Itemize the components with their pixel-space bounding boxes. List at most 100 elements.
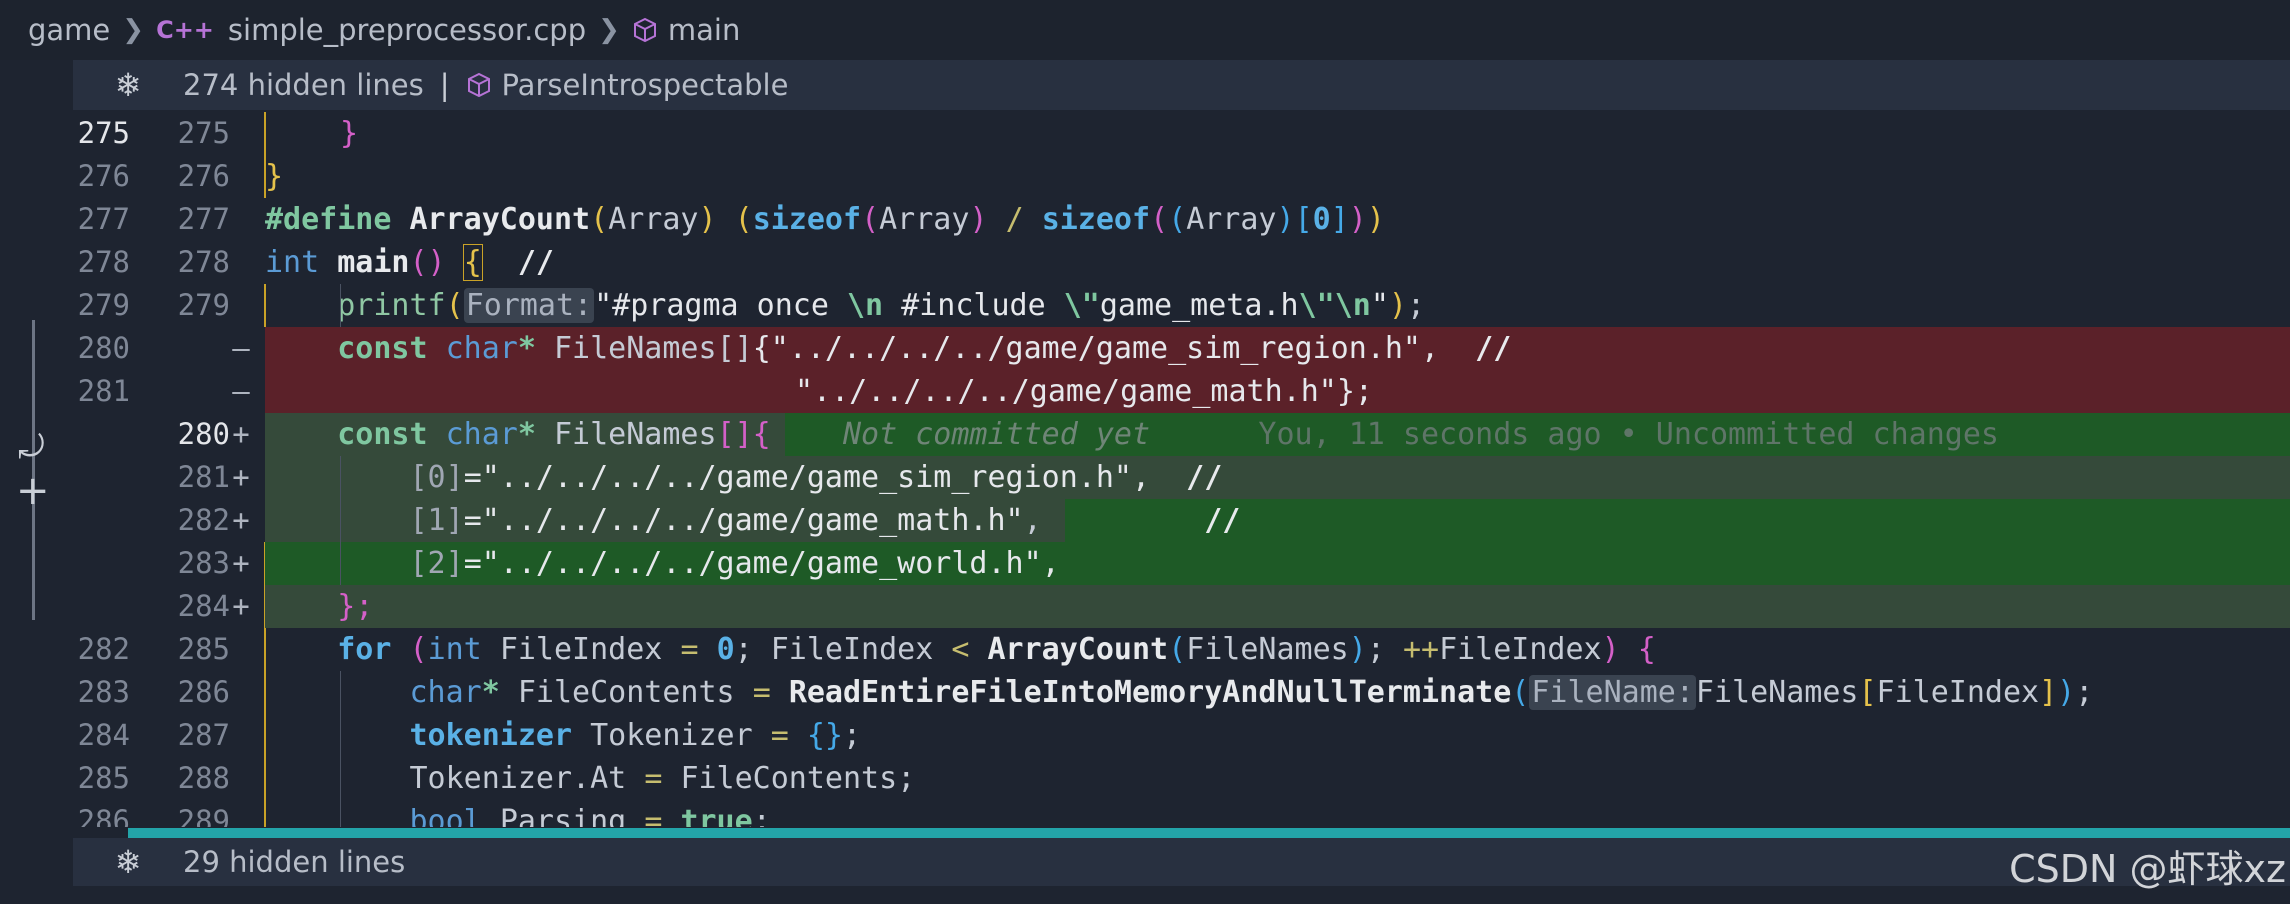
token: FileNames: [554, 331, 717, 366]
token: Array: [879, 202, 970, 237]
fold-hidden-lines-top[interactable]: ❄ 274 hidden lines | ParseIntrospectable: [73, 60, 2290, 110]
token: [0]: [409, 460, 464, 495]
added-marker: +: [232, 546, 250, 580]
code-line-added[interactable]: 284 + };: [0, 585, 2290, 628]
line-number-current: 282: [177, 503, 230, 537]
code-line[interactable]: 285 288 Tokenizer.At = FileContents;: [0, 757, 2290, 800]
token: FileNames: [1186, 632, 1349, 667]
breadcrumb-symbol[interactable]: main: [668, 13, 740, 47]
unfold-snowflake-icon[interactable]: ❄: [73, 66, 183, 104]
line-number-original: 275: [77, 116, 130, 150]
git-blame-annotation[interactable]: You, 11 seconds ago • Uncommitted change…: [1258, 417, 1999, 452]
code-text: }: [265, 155, 283, 198]
line-number-current: 287: [177, 718, 230, 752]
token: *: [481, 675, 500, 710]
token: [2]: [409, 546, 464, 581]
token: const: [337, 331, 428, 366]
token: Array: [1186, 202, 1277, 237]
line-number-original: 282: [77, 632, 130, 666]
token: ReadEntireFileIntoMemoryAndNullTerminate: [788, 675, 1512, 710]
token: <: [951, 632, 970, 667]
token: \n: [1334, 288, 1371, 323]
code-line[interactable]: 277 277 #define ArrayCount(Array) (sizeo…: [0, 198, 2290, 241]
token: printf: [337, 288, 446, 323]
token: FileContents: [680, 761, 898, 796]
token: "#pragma once: [594, 288, 847, 323]
line-number-current: 288: [177, 761, 230, 795]
indent-guide: [340, 284, 341, 327]
code-line[interactable]: 275 275 }: [0, 112, 2290, 155]
token: ++: [1402, 632, 1440, 667]
horizontal-scrollbar[interactable]: [128, 828, 2290, 838]
breadcrumb: game ❯ C++ simple_preprocessor.cpp ❯ mai…: [0, 0, 2290, 60]
code-text: printf(Format:"#pragma once \n #include …: [337, 288, 1425, 323]
code-line[interactable]: 279 279 printf(Format:"#pragma once \n #…: [0, 284, 2290, 327]
token: FileNames: [1695, 675, 1859, 710]
line-number-original: 283: [77, 675, 130, 709]
indent-guide: [340, 671, 341, 827]
line-number-current: 275: [177, 116, 230, 150]
code-line[interactable]: 282 285 for (int FileIndex = 0; FileInde…: [0, 628, 2290, 671]
fold-symbol[interactable]: ParseIntrospectable: [502, 68, 789, 102]
breadcrumb-file[interactable]: simple_preprocessor.cpp: [228, 13, 586, 47]
token: FileContents: [517, 675, 735, 710]
line-number-current: 280: [177, 417, 230, 451]
token: bool: [409, 804, 482, 827]
code-line-added[interactable]: 281 + [0]="../../../../game/game_sim_reg…: [0, 456, 2290, 499]
code-line[interactable]: 278 278 int main() { //: [0, 241, 2290, 284]
git-blame-inline: Not committed yet: [843, 417, 1151, 452]
deleted-marker: —: [232, 374, 250, 408]
line-number-original: 284: [77, 718, 130, 752]
added-marker: +: [232, 503, 250, 537]
cpp-file-icon: C++: [156, 16, 214, 44]
code-line[interactable]: 276 276 }: [0, 155, 2290, 198]
token: =: [752, 675, 771, 710]
token: \n: [847, 288, 884, 323]
line-number-current: 279: [177, 288, 230, 322]
token: *: [517, 331, 536, 366]
code-line-added[interactable]: 283 + [2]="../../../../game/game_world.h…: [0, 542, 2290, 585]
code-editor[interactable]: 275 275 } 276 276 } 277 277 #define Arra…: [0, 112, 2290, 827]
code-text: #define ArrayCount(Array) (sizeof(Array)…: [265, 202, 1385, 237]
token: tokenizer: [409, 718, 573, 753]
hidden-lines-label: 274 hidden lines: [183, 68, 424, 102]
code-line-added[interactable]: 280 + const char* FileNames[]{ Not commi…: [0, 413, 2290, 456]
code-line-deleted[interactable]: 280 — const char* FileNames[]{"../../../…: [0, 327, 2290, 370]
token: sizeof: [752, 202, 862, 237]
token: char: [445, 331, 518, 366]
line-number-current: 278: [177, 245, 230, 279]
token: FileIndex: [499, 632, 663, 667]
unfold-snowflake-icon[interactable]: ❄: [73, 843, 183, 881]
fold-separator: |: [439, 68, 450, 102]
method-cube-icon: [466, 72, 492, 98]
token: {}: [806, 718, 843, 753]
line-number-original: 278: [77, 245, 130, 279]
token: ="../../../../game/game_sim_region.h",: [463, 460, 1151, 495]
fold-hidden-lines-bottom[interactable]: ❄ 29 hidden lines: [73, 838, 2290, 886]
breadcrumb-root[interactable]: game: [28, 13, 110, 47]
code-text: [2]="../../../../game/game_world.h",: [265, 542, 1060, 585]
token: 0: [716, 632, 735, 667]
inlay-hint: FileName:: [1529, 675, 1696, 710]
code-text: [1]="../../../../game/game_math.h", //: [265, 499, 1241, 542]
token: 0: [1312, 202, 1331, 237]
token: /: [1005, 202, 1024, 237]
method-cube-icon: [632, 17, 658, 43]
token: #define: [265, 202, 392, 237]
code-line[interactable]: 283 286 char* FileContents = ReadEntireF…: [0, 671, 2290, 714]
code-line[interactable]: 286 289 bool Parsing = true;: [0, 800, 2290, 827]
token: main: [337, 245, 410, 280]
code-text: int main() { //: [265, 244, 554, 281]
token: Tokenizer: [590, 718, 753, 753]
token: //: [1475, 331, 1512, 366]
token: \": [1063, 288, 1100, 323]
line-number-original: 277: [77, 202, 130, 236]
token: Parsing: [499, 804, 627, 827]
deleted-marker: —: [232, 331, 250, 365]
token: //: [517, 245, 554, 280]
code-line-deleted[interactable]: 281 — "../../../../game/game_math.h"};: [0, 370, 2290, 413]
line-number-current: 277: [177, 202, 230, 236]
inlay-hint: Format:: [463, 288, 595, 323]
code-line[interactable]: 284 287 tokenizer Tokenizer = {};: [0, 714, 2290, 757]
code-line-added[interactable]: 282 + [1]="../../../../game/game_math.h"…: [0, 499, 2290, 542]
